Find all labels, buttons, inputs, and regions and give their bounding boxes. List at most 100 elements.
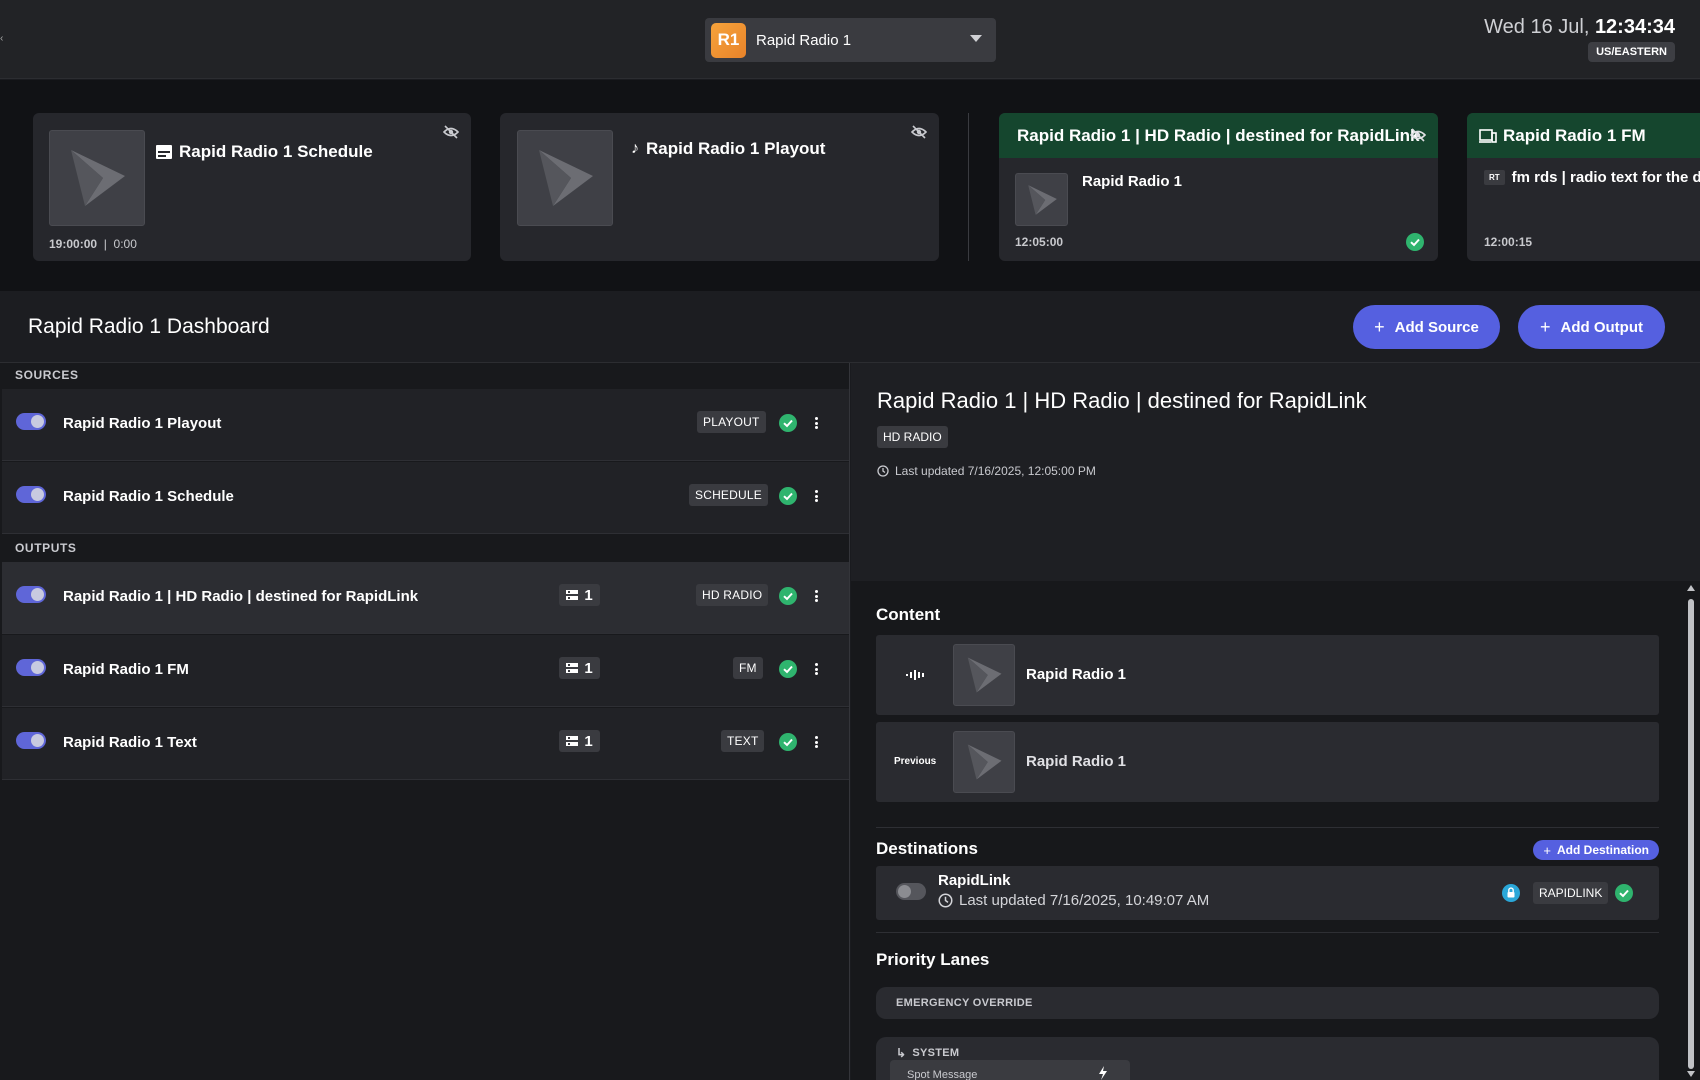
detail-title: Rapid Radio 1 | HD Radio | destined for … — [877, 388, 1367, 413]
output-row[interactable]: Rapid Radio 1 Text 1 TEXT — [2, 708, 849, 780]
preview-time: 12:05:00 — [1015, 235, 1064, 249]
previous-label: Previous — [894, 756, 937, 767]
more-options-icon[interactable] — [812, 660, 820, 678]
destination-row[interactable]: RapidLink Last updated 7/16/2025, 10:49:… — [876, 866, 1659, 920]
scrollbar[interactable] — [1684, 581, 1698, 1080]
enable-toggle[interactable] — [16, 586, 46, 603]
add-destination-label: Add Destination — [1557, 843, 1649, 857]
destination-last-updated-text: Last updated 7/16/2025, 10:49:07 AM — [959, 892, 1210, 909]
scroll-up-icon[interactable] — [1687, 585, 1695, 591]
source-name: Rapid Radio 1 Playout — [63, 415, 222, 432]
destination-tag: RAPIDLINK — [1533, 882, 1609, 904]
more-options-icon[interactable] — [812, 733, 820, 751]
play-logo-icon — [49, 130, 145, 226]
plus-icon: + — [1543, 842, 1551, 858]
emergency-override-lane[interactable]: EMERGENCY OVERRIDE — [876, 987, 1659, 1019]
source-row[interactable]: Rapid Radio 1 Playout PLAYOUT — [2, 389, 849, 461]
station-name: Rapid Radio 1 — [756, 31, 852, 49]
success-check-icon — [1615, 884, 1633, 902]
destination-count: 1 — [559, 584, 600, 606]
source-preview-title: Rapid Radio 1 Schedule — [156, 142, 373, 162]
server-icon — [566, 590, 579, 600]
destination-count-value: 1 — [584, 732, 593, 750]
success-check-icon — [779, 414, 797, 432]
plus-icon: + — [1540, 316, 1551, 337]
play-logo-icon — [953, 731, 1015, 793]
output-preview-card[interactable]: Rapid Radio 1 FM RT fm rds | radio text … — [1467, 113, 1700, 261]
clock-icon — [938, 893, 953, 908]
clock-date: Wed 16 Jul, — [1484, 16, 1590, 38]
detail-header: Rapid Radio 1 | HD Radio | destined for … — [851, 363, 1700, 581]
scroll-thumb[interactable] — [1688, 599, 1694, 1069]
output-preview-header: Rapid Radio 1 FM — [1467, 113, 1700, 158]
radio-text: fm rds | radio text for the day — [1511, 169, 1700, 186]
output-row[interactable]: Rapid Radio 1 FM 1 FM — [2, 635, 849, 707]
last-updated-text: Last updated 7/16/2025, 12:05:00 PM — [895, 464, 1096, 478]
success-check-icon — [1406, 233, 1424, 251]
output-preview-title: Rapid Radio 1 | HD Radio | destined for … — [1017, 125, 1420, 145]
more-options-icon[interactable] — [812, 487, 820, 505]
output-name: Rapid Radio 1 FM — [63, 661, 189, 678]
eye-off-icon[interactable] — [443, 125, 459, 139]
output-name: Rapid Radio 1 Text — [63, 734, 197, 751]
top-bar: ‹ R1 Rapid Radio 1 Wed 16 Jul, 12:34:34 … — [0, 0, 1700, 79]
station-badge: R1 — [711, 22, 746, 58]
previous-content-card[interactable]: Previous Rapid Radio 1 — [876, 722, 1659, 802]
add-output-label: Add Output — [1560, 318, 1643, 336]
server-icon — [566, 663, 579, 673]
source-preview-title-text: Rapid Radio 1 Playout — [646, 139, 826, 158]
station-selector[interactable]: R1 Rapid Radio 1 — [705, 18, 996, 62]
collapse-chevron-icon[interactable]: ‹ — [0, 33, 4, 44]
more-options-icon[interactable] — [812, 587, 820, 605]
source-row[interactable]: Rapid Radio 1 Schedule SCHEDULE — [2, 462, 849, 534]
system-lane[interactable]: ↳ SYSTEM Spot Message — [876, 1037, 1659, 1080]
source-preview-title: ♪ Rapid Radio 1 Playout — [631, 139, 825, 159]
preview-duration: 0:00 — [113, 237, 137, 251]
server-icon — [566, 736, 579, 746]
enable-toggle[interactable] — [16, 659, 46, 676]
preview-strip: Rapid Radio 1 Schedule 19:00:00 | 0:00 ♪… — [0, 80, 1700, 291]
eye-off-icon[interactable] — [911, 125, 927, 139]
sub-arrow-icon: ↳ — [896, 1046, 907, 1060]
output-row[interactable]: Rapid Radio 1 | HD Radio | destined for … — [2, 562, 849, 634]
enable-toggle[interactable] — [896, 883, 926, 900]
more-options-icon[interactable] — [812, 414, 820, 432]
type-tag: SCHEDULE — [689, 484, 768, 506]
success-check-icon — [779, 587, 797, 605]
audio-levels-icon — [906, 670, 924, 680]
preview-time: 19:00:00 | 0:00 — [49, 237, 137, 251]
output-device-icon — [1479, 128, 1497, 143]
sources-section-label: SOURCES — [15, 368, 79, 382]
detail-body: Content Rapid Radio 1 Previous Rapid Rad… — [851, 581, 1700, 1080]
enable-toggle[interactable] — [16, 413, 46, 430]
page-title: Rapid Radio 1 Dashboard — [28, 315, 270, 338]
add-source-button[interactable]: + Add Source — [1353, 305, 1500, 349]
spot-message-item[interactable]: Spot Message — [890, 1060, 1130, 1080]
output-preview-title: Rapid Radio 1 FM — [1503, 125, 1646, 145]
destination-last-updated: Last updated 7/16/2025, 10:49:07 AM — [938, 892, 1209, 909]
spot-message-label: Spot Message — [907, 1069, 978, 1080]
enable-toggle[interactable] — [16, 732, 46, 749]
destination-count: 1 — [559, 730, 600, 752]
preview-time: 12:00:15 — [1484, 235, 1533, 249]
enable-toggle[interactable] — [16, 486, 46, 503]
add-destination-button[interactable]: + Add Destination — [1533, 840, 1659, 860]
source-preview-title-text: Rapid Radio 1 Schedule — [179, 142, 373, 161]
add-output-button[interactable]: + Add Output — [1518, 305, 1665, 349]
content-heading: Content — [876, 605, 941, 624]
content-name: Rapid Radio 1 — [1026, 753, 1127, 770]
divider — [876, 827, 1659, 828]
radio-text-line: RT fm rds | radio text for the day — [1484, 169, 1700, 186]
output-name: Rapid Radio 1 | HD Radio | destined for … — [63, 588, 419, 605]
output-preview-header: Rapid Radio 1 | HD Radio | destined for … — [999, 113, 1438, 158]
eye-off-icon[interactable] — [1410, 128, 1426, 142]
type-tag: TEXT — [721, 730, 765, 752]
source-preview-card[interactable]: ♪ Rapid Radio 1 Playout — [500, 113, 939, 261]
output-preview-card[interactable]: Rapid Radio 1 | HD Radio | destined for … — [999, 113, 1438, 261]
current-content-card[interactable]: Rapid Radio 1 — [876, 635, 1659, 715]
source-preview-card[interactable]: Rapid Radio 1 Schedule 19:00:00 | 0:00 — [33, 113, 471, 261]
scroll-down-icon[interactable] — [1687, 1071, 1695, 1077]
add-source-label: Add Source — [1394, 318, 1479, 336]
rt-badge: RT — [1484, 170, 1505, 185]
now-playing-title: Rapid Radio 1 — [1082, 173, 1183, 190]
